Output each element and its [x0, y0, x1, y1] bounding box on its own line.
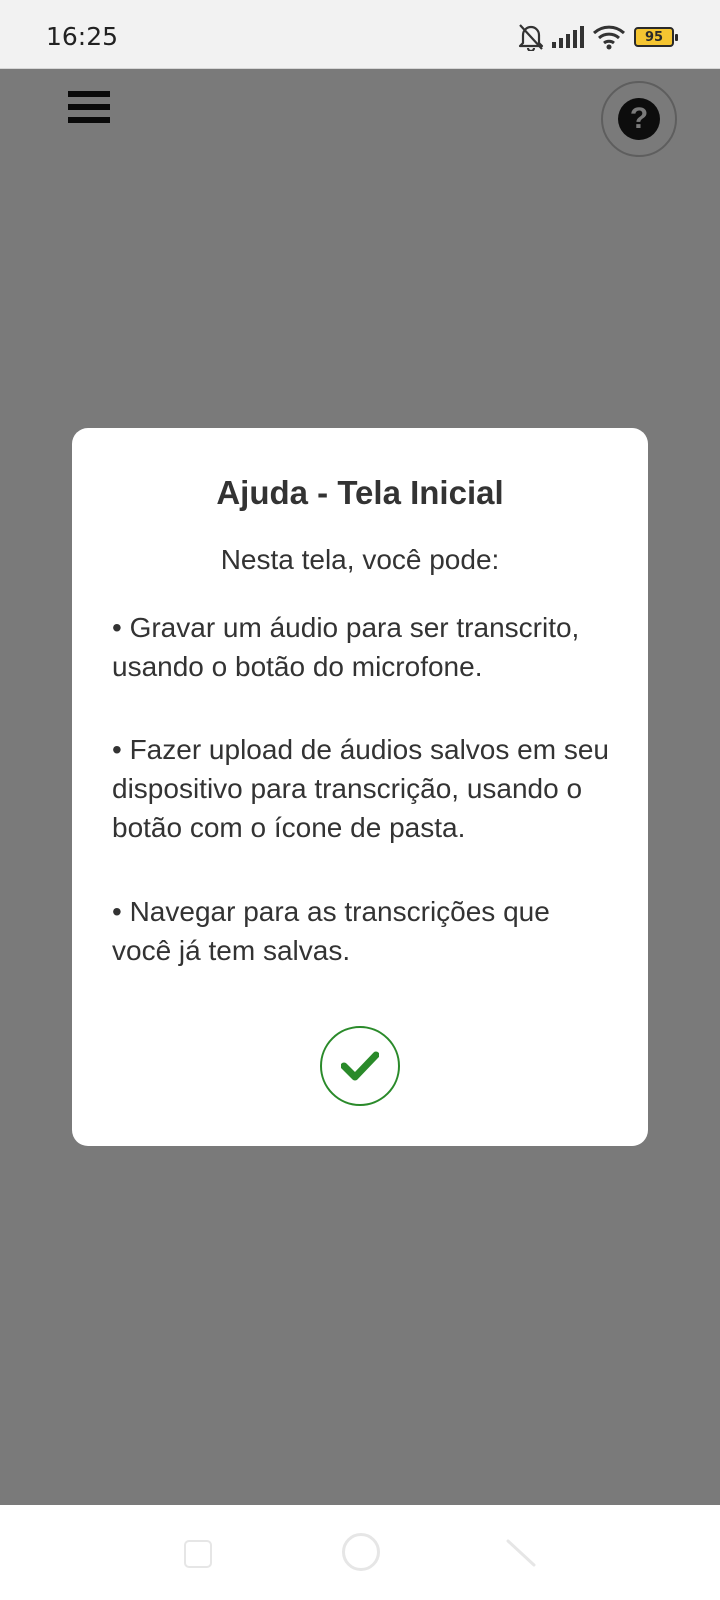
- dialog-title: Ajuda - Tela Inicial: [216, 474, 504, 511]
- home-circle-icon[interactable]: [342, 1533, 380, 1571]
- status-bar: 16:25 95: [0, 0, 720, 69]
- confirm-button[interactable]: [320, 1026, 400, 1106]
- help-dialog: Ajuda - Tela Inicial Nesta tela, você po…: [72, 428, 648, 1146]
- status-icons: 95: [518, 23, 678, 51]
- battery-icon: 95: [634, 27, 678, 47]
- help-item-navigate: • Navegar para as transcrições que você …: [112, 896, 550, 966]
- bell-off-icon: [518, 24, 544, 51]
- status-time: 16:25: [46, 22, 119, 51]
- check-icon: [341, 1051, 379, 1081]
- signal-icon: [552, 26, 584, 48]
- hamburger-menu-icon[interactable]: [68, 91, 110, 127]
- dialog-subtitle: Nesta tela, você pode:: [220, 544, 500, 575]
- recents-square-icon[interactable]: [184, 1540, 212, 1568]
- help-circle-icon: ?: [618, 98, 660, 140]
- help-item-record: • Gravar um áudio para ser transcrito, u…: [112, 612, 580, 682]
- help-item-upload: • Fazer upload de áudios salvos em seu d…: [112, 734, 609, 843]
- navigation-bar: [0, 1505, 720, 1600]
- wifi-icon: [592, 25, 626, 50]
- battery-level: 95: [644, 29, 664, 45]
- back-triangle-icon[interactable]: [506, 1537, 538, 1569]
- help-button[interactable]: ?: [601, 81, 677, 157]
